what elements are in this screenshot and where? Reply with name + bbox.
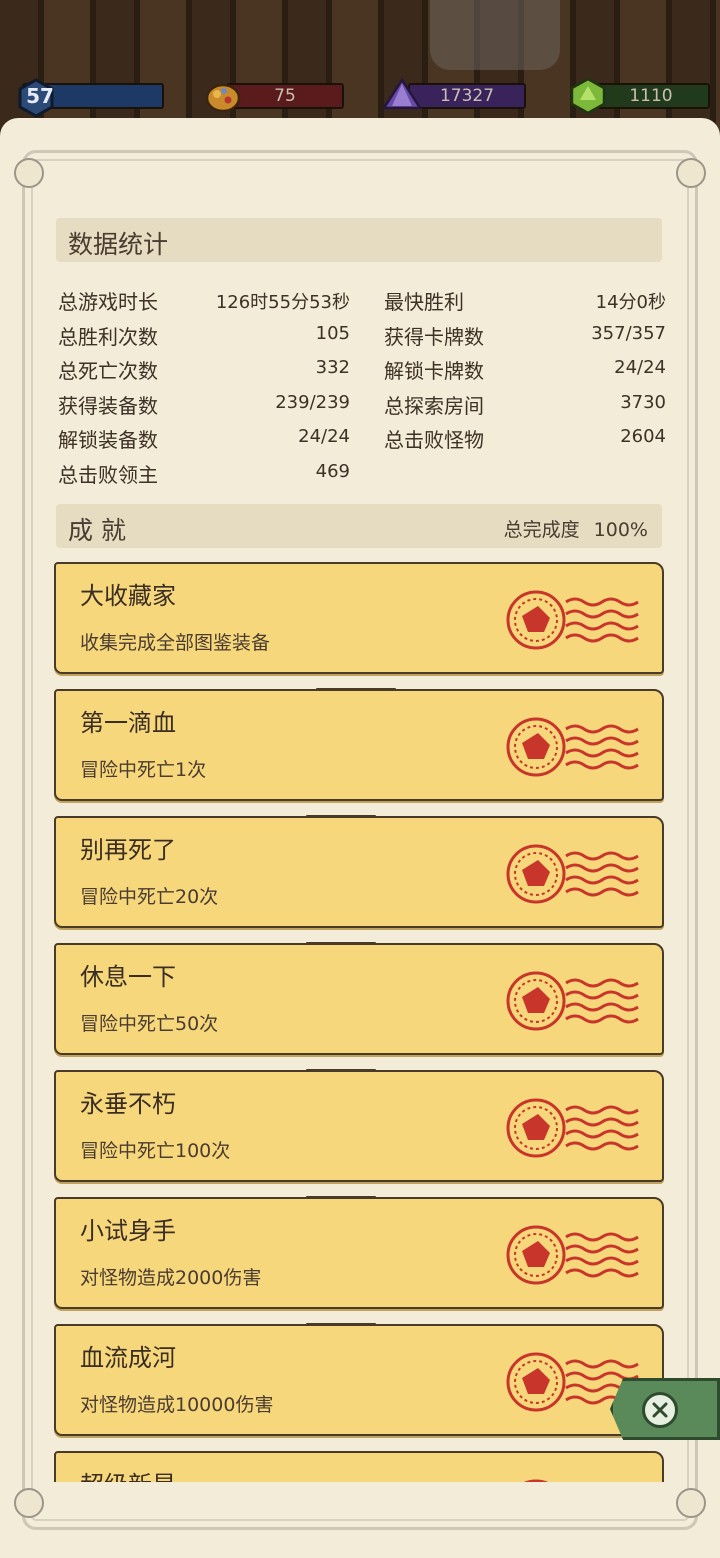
achievement-desc: 冒险中死亡50次 [80, 1013, 219, 1035]
level-value: 57 [26, 84, 54, 108]
stat-value: 126时55分53秒 [215, 292, 350, 313]
frame-corner-ornament [14, 158, 44, 188]
stats-right-column: 最快胜利 14分0秒 获得卡牌数 357/357 解锁卡牌数 24/24 总探索… [384, 282, 666, 455]
background-stone [430, 0, 560, 70]
achievement-title: 休息一下 [80, 963, 176, 991]
achievement-card[interactable]: 永垂不朽 冒险中死亡100次 [54, 1069, 664, 1182]
card-edge-mark [306, 1196, 376, 1198]
card-edge-mark [306, 815, 376, 817]
green-gem-icon [570, 77, 606, 115]
stats-header: 数据统计 [56, 218, 662, 262]
achievement-card[interactable]: 超级新星 [54, 1451, 664, 1482]
achievement-title: 第一滴血 [80, 709, 176, 737]
stat-row: 总击败怪物 2604 [384, 420, 666, 455]
postmark-stamp-icon [506, 1225, 639, 1285]
achievement-title: 超级新星 [80, 1465, 176, 1482]
stat-label: 总击败怪物 [384, 428, 484, 453]
stat-label: 解锁卡牌数 [384, 359, 484, 384]
achievement-card[interactable]: 休息一下 冒险中死亡50次 [54, 942, 664, 1055]
stat-value: 105 [315, 322, 350, 344]
stat-value: 24/24 [298, 426, 350, 448]
achievement-desc: 对怪物造成2000伤害 [80, 1267, 262, 1289]
stat-row: 获得装备数 239/239 [58, 386, 350, 421]
stat-row: 解锁卡牌数 24/24 [384, 351, 666, 386]
stat-row: 解锁装备数 24/24 [58, 420, 350, 455]
stat-value: 469 [315, 460, 350, 482]
achievement-card[interactable]: 血流成河 对怪物造成10000伤害 [54, 1323, 664, 1436]
stat-row: 总击败领主 469 [58, 455, 350, 490]
stats-left-column: 总游戏时长 126时55分53秒 总胜利次数 105 总死亡次数 332 获得装… [58, 282, 350, 490]
achievement-title: 大收藏家 [80, 582, 176, 610]
achievement-desc: 收集完成全部图鉴装备 [80, 632, 271, 654]
postmark-stamp-icon [506, 590, 639, 650]
stat-row: 总死亡次数 332 [58, 351, 350, 386]
gold-nugget-icon [205, 83, 241, 113]
green-value: 1110 [592, 83, 710, 109]
stat-value: 332 [315, 357, 350, 379]
postmark-stamp-icon [506, 717, 639, 777]
stat-value: 239/239 [275, 391, 350, 413]
postmark-stamp-icon [506, 844, 639, 904]
card-edge-mark [306, 1069, 376, 1071]
stat-value: 357/357 [591, 322, 666, 344]
achievement-title: 小试身手 [80, 1217, 176, 1245]
achievement-card[interactable]: 别再死了 冒险中死亡20次 [54, 815, 664, 928]
frame-corner-ornament [676, 158, 706, 188]
stat-label: 最快胜利 [384, 290, 464, 314]
stat-label: 获得卡牌数 [384, 324, 484, 349]
stat-label: 总游戏时长 [58, 290, 158, 314]
completion-info: 总完成度 100% [504, 515, 648, 542]
stat-row: 总胜利次数 105 [58, 317, 350, 352]
completion-value: 100% [593, 519, 648, 541]
close-x-icon [652, 1402, 668, 1418]
frame-corner-ornament [676, 1488, 706, 1518]
achievement-desc: 冒险中死亡20次 [80, 886, 219, 908]
stats-title: 数据统计 [68, 230, 169, 259]
achievement-desc: 冒险中死亡1次 [80, 759, 207, 781]
stat-row: 总探索房间 3730 [384, 386, 666, 421]
achievement-card[interactable]: 小试身手 对怪物造成2000伤害 [54, 1196, 664, 1309]
achievement-list[interactable]: 大收藏家 收集完成全部图鉴装备 第一滴血 冒险中死亡1次 别再死了 冒险中死亡2… [52, 562, 668, 1482]
stat-value: 3730 [620, 391, 666, 413]
postmark-stamp-icon [506, 1098, 639, 1158]
postmark-stamp-icon [506, 971, 639, 1031]
stat-row: 获得卡牌数 357/357 [384, 317, 666, 352]
gold-value: 75 [226, 83, 344, 109]
achievement-title: 永垂不朽 [80, 1090, 176, 1118]
stat-value: 24/24 [614, 357, 666, 379]
stat-row: 最快胜利 14分0秒 [384, 282, 666, 317]
achievement-desc: 冒险中死亡100次 [80, 1140, 231, 1162]
stat-value: 14分0秒 [595, 292, 666, 313]
card-edge-mark [446, 562, 516, 563]
card-edge-mark [186, 562, 246, 563]
stat-row: 总游戏时长 126时55分53秒 [58, 282, 350, 317]
purple-gem-icon [382, 77, 422, 110]
postmark-stamp-icon [524, 1479, 548, 1482]
stat-label: 总击败领主 [58, 462, 158, 487]
card-edge-mark [306, 1323, 376, 1325]
achievement-title: 别再死了 [80, 836, 176, 864]
achievement-title: 血流成河 [80, 1344, 176, 1372]
achievements-header: 成 就 总完成度 100% [56, 504, 662, 548]
resource-bar: 57 75 17327 1110 [0, 74, 720, 118]
stat-label: 解锁装备数 [58, 428, 158, 453]
stat-value: 2604 [620, 426, 666, 448]
gem-value: 17327 [408, 83, 526, 109]
achievement-card[interactable]: 大收藏家 收集完成全部图鉴装备 [54, 562, 664, 674]
achievement-desc: 对怪物造成10000伤害 [80, 1394, 274, 1416]
close-button[interactable] [642, 1392, 678, 1428]
stat-label: 总死亡次数 [58, 359, 158, 384]
achievements-title: 成 就 [68, 516, 126, 545]
achievement-card[interactable]: 第一滴血 冒险中死亡1次 [54, 688, 664, 801]
stat-label: 总胜利次数 [58, 324, 158, 349]
card-edge-mark [306, 942, 376, 944]
frame-corner-ornament [14, 1488, 44, 1518]
stat-label: 总探索房间 [384, 393, 484, 418]
card-edge-mark [316, 688, 396, 690]
completion-label: 总完成度 [503, 519, 580, 541]
stat-label: 获得装备数 [58, 393, 158, 418]
